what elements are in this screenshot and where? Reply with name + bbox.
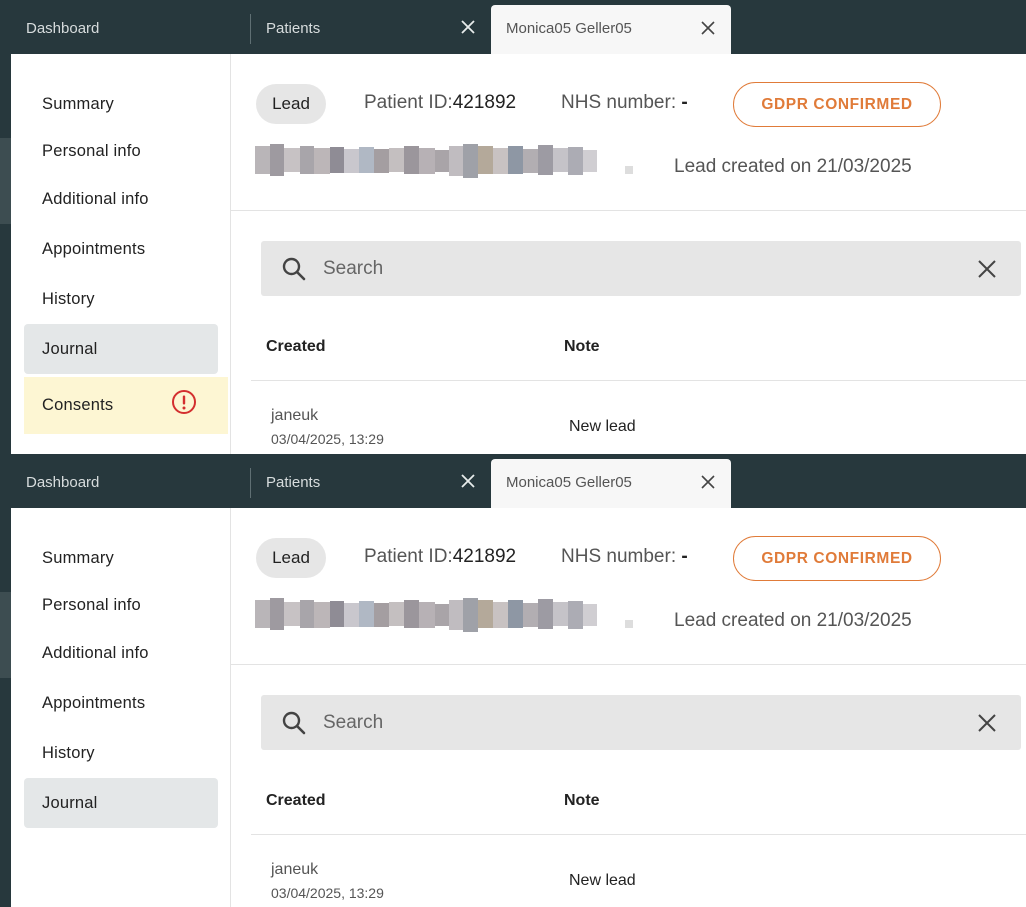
search-icon	[282, 711, 306, 735]
patient-id: Patient ID:421892	[364, 92, 516, 114]
patient-id-label: Patient ID:	[364, 546, 453, 567]
nhs-number-value: -	[681, 92, 688, 113]
tab-bar: Dashboard Patients Monica05 Geller05	[0, 0, 1026, 54]
tab-bar: Dashboard Patients Monica05 Geller05	[0, 454, 1026, 508]
sidebar-item-summary[interactable]: Summary	[24, 79, 218, 129]
sidebar-item-appointments[interactable]: Appointments	[24, 224, 218, 274]
sidebar-item-journal[interactable]: Journal	[24, 778, 218, 828]
sidebar-item-history[interactable]: History	[24, 728, 218, 778]
sidebar-item-additional-info[interactable]: Additional info	[24, 628, 218, 678]
sidebar-item-summary[interactable]: Summary	[24, 533, 218, 583]
sidebar-item-consents[interactable]: Consents	[24, 377, 228, 434]
background-strip	[0, 508, 11, 907]
lead-created-date: Lead created on 21/03/2025	[674, 610, 912, 631]
clear-search-icon[interactable]	[976, 712, 998, 734]
table-header-divider	[251, 380, 1026, 381]
header-divider	[231, 664, 1026, 665]
tab-divider	[250, 14, 251, 44]
column-header-created[interactable]: Created	[266, 792, 326, 810]
tab-divider	[250, 468, 251, 498]
patient-sidebar: Summary Personal info Additional info Ap…	[11, 508, 230, 907]
lead-created-date: Lead created on 21/03/2025	[674, 156, 912, 177]
warning-icon	[172, 390, 196, 414]
tab-patient-record[interactable]: Monica05 Geller05	[491, 5, 731, 54]
gdpr-confirmed-button[interactable]: GDPR CONFIRMED	[733, 82, 941, 127]
sidebar-item-consents-label: Consents	[42, 396, 114, 414]
nhs-number: NHS number: -	[561, 92, 688, 114]
background-strip	[0, 54, 11, 454]
nhs-number: NHS number: -	[561, 546, 688, 568]
sidebar-item-appointments[interactable]: Appointments	[24, 678, 218, 728]
sidebar-item-personal-info[interactable]: Personal info	[24, 580, 218, 630]
nhs-number-label: NHS number:	[561, 92, 682, 113]
patient-name-redacted	[255, 598, 633, 632]
column-header-note[interactable]: Note	[564, 338, 600, 356]
tab-patients[interactable]: Patients	[266, 20, 320, 37]
patient-id-label: Patient ID:	[364, 92, 453, 113]
screen-state-1: Dashboard Patients Monica05 Geller05 Sum…	[0, 0, 1026, 454]
row-created-date: 03/04/2025, 13:29	[271, 885, 384, 901]
clear-search-icon[interactable]	[976, 258, 998, 280]
row-created-date: 03/04/2025, 13:29	[271, 431, 384, 447]
sidebar-item-journal[interactable]: Journal	[24, 324, 218, 374]
patient-id-value: 421892	[452, 546, 517, 567]
nhs-number-value: -	[681, 546, 688, 567]
row-note[interactable]: New lead	[569, 418, 636, 436]
status-badge: Lead	[256, 84, 326, 124]
tab-patient-record[interactable]: Monica05 Geller05	[491, 459, 731, 508]
gdpr-confirmed-button[interactable]: GDPR CONFIRMED	[733, 536, 941, 581]
status-badge: Lead	[256, 538, 326, 578]
search-input[interactable]	[323, 254, 943, 284]
sidebar-item-additional-info[interactable]: Additional info	[24, 174, 218, 224]
screen-state-2: Dashboard Patients Monica05 Geller05 Sum…	[0, 454, 1026, 907]
sidebar-item-history[interactable]: History	[24, 274, 218, 324]
row-created-by: janeuk	[271, 407, 319, 424]
search-icon	[282, 257, 306, 281]
tab-dashboard[interactable]: Dashboard	[26, 20, 99, 37]
journal-search-bar	[261, 695, 1021, 750]
tab-patient-record-label: Monica05 Geller05	[506, 474, 632, 491]
tab-patients[interactable]: Patients	[266, 474, 320, 491]
sidebar-item-personal-info[interactable]: Personal info	[24, 126, 218, 176]
close-patient-tab-icon[interactable]	[698, 472, 718, 492]
column-header-created[interactable]: Created	[266, 338, 326, 356]
patient-id: Patient ID:421892	[364, 546, 516, 568]
close-patient-tab-icon[interactable]	[698, 18, 718, 38]
tab-patient-record-label: Monica05 Geller05	[506, 20, 632, 37]
table-header-divider	[251, 834, 1026, 835]
patient-main: Lead Patient ID:421892 NHS number: - GDP…	[231, 508, 1026, 907]
patient-sidebar: Summary Personal info Additional info Ap…	[11, 54, 230, 454]
tab-dashboard[interactable]: Dashboard	[26, 474, 99, 491]
close-patients-tab-icon[interactable]	[458, 471, 478, 491]
search-input[interactable]	[323, 708, 943, 738]
patient-id-value: 421892	[452, 92, 517, 113]
header-divider	[231, 210, 1026, 211]
row-created-by: janeuk	[271, 861, 319, 878]
close-patients-tab-icon[interactable]	[458, 17, 478, 37]
journal-search-bar	[261, 241, 1021, 296]
row-note[interactable]: New lead	[569, 872, 636, 890]
patient-main: Lead Patient ID:421892 NHS number: - GDP…	[231, 54, 1026, 454]
nhs-number-label: NHS number:	[561, 546, 682, 567]
patient-name-redacted	[255, 144, 633, 178]
column-header-note[interactable]: Note	[564, 792, 600, 810]
